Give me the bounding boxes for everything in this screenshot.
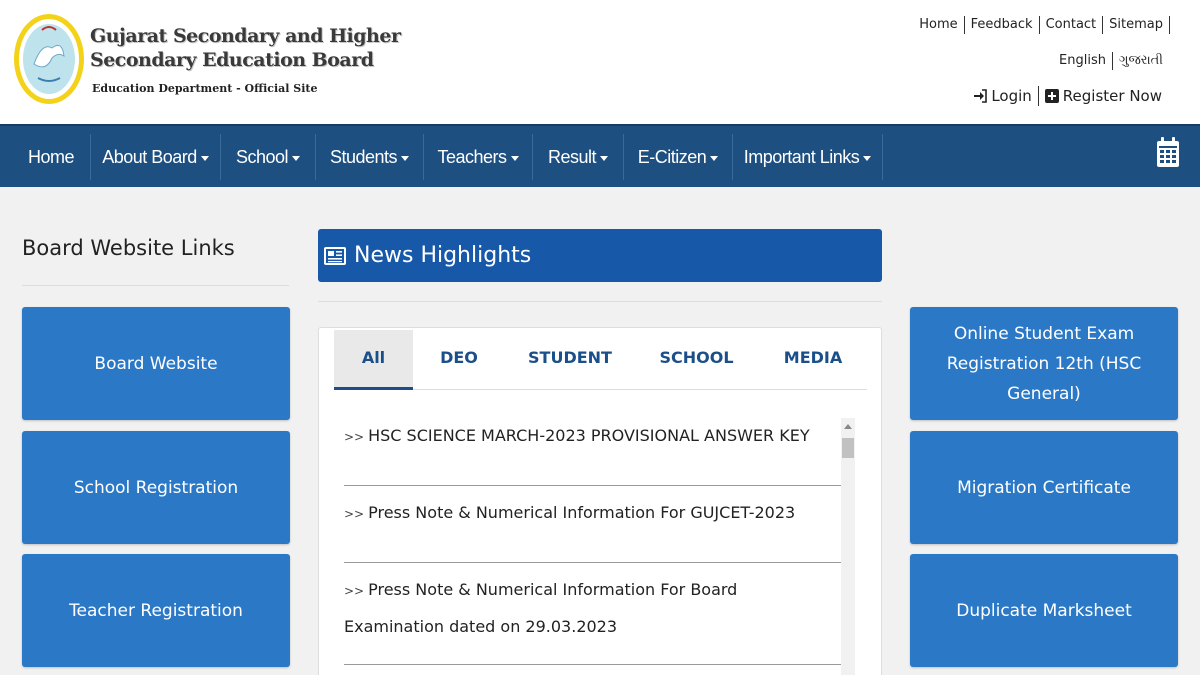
tab-student[interactable]: STUDENT	[518, 330, 622, 390]
list-item[interactable]: >> Press Note & Numerical Information For…	[344, 572, 841, 665]
top-link-feedback[interactable]: Feedback	[965, 16, 1040, 34]
duplicate-marksheet-button[interactable]: Duplicate Marksheet	[910, 554, 1178, 667]
news-highlights-header: News Highlights	[318, 229, 882, 282]
board-website-label: Board Website	[94, 353, 218, 374]
brand-subtitle: Education Department - Official Site	[92, 82, 318, 95]
caret-down-icon	[710, 155, 719, 161]
tab-deo[interactable]: DEO	[422, 330, 496, 390]
nav-important-links-label: Important Links	[743, 147, 860, 167]
teacher-registration-label: Teacher Registration	[69, 600, 243, 621]
brand-title-line1: Gujarat Secondary and Higher	[90, 25, 401, 47]
list-item[interactable]: >> HSC SCIENCE MARCH-2023 PROVISIONAL ANS…	[344, 418, 841, 486]
divider	[22, 285, 289, 286]
school-registration-label: School Registration	[73, 477, 239, 498]
top-link-sitemap[interactable]: Sitemap	[1103, 16, 1170, 34]
tab-all[interactable]: All	[334, 330, 413, 390]
tab-school[interactable]: SCHOOL	[654, 330, 739, 390]
caret-down-icon	[510, 155, 519, 161]
top-link-home[interactable]: Home	[913, 16, 965, 34]
scroll-thumb[interactable]	[842, 438, 854, 458]
nav-e-citizen[interactable]: E-Citizen	[624, 134, 733, 180]
register-label: Register Now	[1062, 87, 1162, 105]
calendar-icon[interactable]	[1156, 136, 1180, 172]
sign-in-icon	[974, 89, 988, 103]
news-panel: All DEO STUDENT SCHOOL MEDIA >> HSC SCIEN…	[318, 327, 882, 675]
nav-home[interactable]: Home	[12, 134, 91, 180]
board-website-button[interactable]: Board Website	[22, 307, 290, 420]
caret-down-icon	[401, 155, 410, 161]
online-exam-registration-button[interactable]: Online Student Exam Registration 12th (H…	[910, 307, 1178, 420]
school-registration-button[interactable]: School Registration	[22, 431, 290, 544]
nav-teachers[interactable]: Teachers	[424, 134, 533, 180]
nav-about-board-label: About Board	[102, 147, 197, 167]
board-emblem-logo[interactable]	[12, 12, 86, 106]
top-links: Home Feedback Contact Sitemap	[913, 16, 1170, 34]
migration-certificate-label: Migration Certificate	[957, 477, 1131, 498]
newspaper-icon	[324, 246, 346, 265]
board-links-title: Board Website Links	[22, 236, 235, 260]
news-item-text: Press Note & Numerical Information For G…	[368, 503, 796, 522]
brand-block: Gujarat Secondary and Higher Secondary E…	[90, 24, 401, 95]
news-tabs: All DEO STUDENT SCHOOL MEDIA	[334, 330, 867, 390]
list-item[interactable]: >> Press Note & Numerical Information For…	[344, 495, 841, 563]
nav-teachers-label: Teachers	[437, 147, 507, 167]
brand-title-line2: Secondary Education Board	[90, 49, 374, 71]
nav-school[interactable]: School	[221, 134, 316, 180]
lang-gujarati[interactable]: ગુજરાતી	[1113, 52, 1169, 70]
nav-result-label: Result	[547, 147, 597, 167]
caret-down-icon	[292, 155, 301, 161]
lang-english[interactable]: English	[1053, 52, 1113, 70]
divider	[318, 301, 882, 302]
scroll-up-icon[interactable]	[841, 418, 855, 436]
news-scrollbar[interactable]	[841, 418, 855, 675]
nav-students[interactable]: Students	[316, 134, 424, 180]
nav-school-label: School	[235, 147, 289, 167]
tab-media[interactable]: MEDIA	[774, 330, 852, 390]
nav-important-links[interactable]: Important Links	[733, 134, 883, 180]
main-navbar: Home About Board School Students Teacher…	[0, 124, 1200, 187]
teacher-registration-button[interactable]: Teacher Registration	[22, 554, 290, 667]
caret-down-icon	[600, 155, 609, 161]
plus-square-icon	[1044, 89, 1059, 103]
news-item-text: Press Note & Numerical Information For B…	[344, 580, 738, 636]
news-highlights-title: News Highlights	[354, 243, 532, 268]
item-prefix: >>	[344, 507, 365, 521]
item-prefix: >>	[344, 430, 365, 444]
caret-down-icon	[863, 155, 872, 161]
top-link-contact[interactable]: Contact	[1040, 16, 1104, 34]
nav-result[interactable]: Result	[533, 134, 624, 180]
nav-home-label: Home	[27, 147, 75, 167]
login-label: Login	[991, 87, 1032, 105]
auth-links: Login Register Now	[967, 86, 1168, 106]
migration-certificate-button[interactable]: Migration Certificate	[910, 431, 1178, 544]
site-header: Gujarat Secondary and Higher Secondary E…	[0, 0, 1200, 124]
duplicate-marksheet-label: Duplicate Marksheet	[956, 600, 1132, 621]
nav-e-citizen-label: E-Citizen	[637, 147, 707, 167]
item-prefix: >>	[344, 584, 365, 598]
nav-about-board[interactable]: About Board	[91, 134, 221, 180]
login-link[interactable]: Login	[967, 86, 1039, 106]
caret-down-icon	[200, 155, 209, 161]
nav-students-label: Students	[329, 147, 398, 167]
news-item-text: HSC SCIENCE MARCH-2023 PROVISIONAL ANSWE…	[368, 426, 810, 445]
register-link[interactable]: Register Now	[1039, 86, 1168, 106]
language-switcher: English ગુજરાતી	[1053, 52, 1169, 70]
online-exam-registration-label: Online Student Exam Registration 12th (H…	[946, 323, 1142, 404]
